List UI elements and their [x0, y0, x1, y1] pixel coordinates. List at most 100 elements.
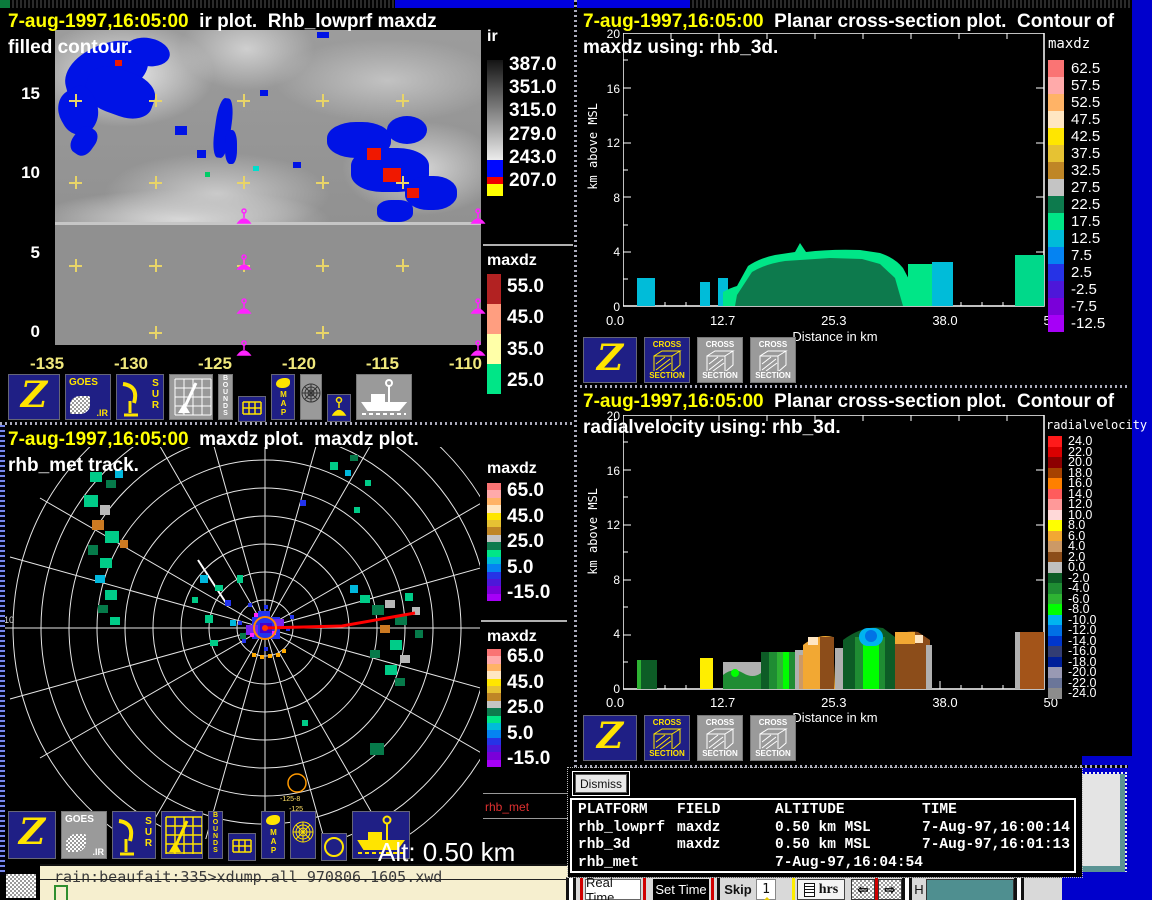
top-strip-green [0, 0, 10, 8]
terminal-cursor [54, 885, 68, 900]
dismiss-button[interactable]: Dismiss [575, 774, 627, 793]
waypoint-marker [288, 774, 306, 792]
cross-label: CROSS [706, 718, 734, 727]
title-timestamp: 7-aug-1997,16:05:00 [583, 11, 764, 32]
maxdz-echoes [637, 243, 1044, 306]
radar-grid-button[interactable] [161, 811, 203, 859]
cross-label: CROSS [759, 340, 787, 349]
stripe [646, 878, 651, 900]
col-field: FIELD [677, 802, 775, 820]
skip-field-wrap: 1 [756, 879, 776, 900]
section-label: SECTION [702, 749, 738, 758]
small-grid-icon [229, 834, 255, 860]
cube-icon [758, 727, 788, 749]
terminal-window[interactable]: rain:beaufait:335>xdump.all 970806.1605.… [40, 864, 568, 900]
hrs-label: hrs [819, 882, 838, 898]
panel-title: 7-aug-1997,16:05:00 maxdz plot. maxdz pl… [8, 429, 419, 451]
scrollbar-corner[interactable] [0, 870, 40, 900]
cube-icon [652, 727, 682, 749]
continent-icon [266, 815, 280, 825]
zebra-home-button[interactable]: Z [583, 337, 637, 383]
cross-section-button-active[interactable]: CROSS SECTION [644, 337, 690, 383]
range-label: 10 [4, 615, 14, 625]
colorbar-values2: 65.045.025.05.0-15.0 [507, 646, 569, 770]
scrollbar-thumb[interactable] [6, 874, 36, 898]
real-time-button[interactable]: Real Time [585, 879, 641, 900]
window-divider [580, 385, 1128, 388]
colorbar-label: maxdz [1048, 36, 1090, 52]
ppi-display[interactable]: -125-8 -125 [2, 447, 480, 839]
legend-rule [483, 793, 569, 794]
cube-icon [705, 349, 735, 371]
goes-ir-button[interactable]: GOES .IR [61, 811, 107, 859]
table-header: PLATFORM FIELD ALTITUDE TIME [578, 802, 1074, 820]
colorbar-entries: 62.557.552.547.542.537.532.527.522.517.5… [1048, 60, 1105, 332]
step-forward-button[interactable]: ⇨ [878, 879, 902, 900]
document-icon [804, 883, 815, 897]
stripe [1021, 878, 1024, 900]
colorbar-label2: maxdz [487, 628, 537, 646]
radar-dish-icon [115, 814, 141, 858]
title-text: Planar cross-section plot. Contour of [764, 11, 1114, 32]
cross-section-button[interactable]: CROSS SECTION [750, 337, 796, 383]
panel-ir-plot: 7-aug-1997,16:05:00 ir plot. Rhb_lowprf … [0, 8, 573, 423]
background-window[interactable] [1082, 774, 1125, 874]
panel-title: 7-aug-1997,16:05:00 Planar cross-section… [583, 391, 1114, 413]
range-rings-icon [291, 812, 315, 858]
buoy-markers [0, 8, 573, 423]
title-text: ir plot. Rhb_lowprf maxdz [189, 11, 437, 32]
range-rings-button[interactable] [290, 811, 316, 859]
data-status-window: Dismiss PLATFORM FIELD ALTITUDE TIME rhb… [568, 768, 1082, 877]
terminal-prompt-line: rain:beaufait:335>xdump.all 970806.1605.… [54, 868, 442, 886]
map-button[interactable]: MAP [261, 811, 285, 859]
table-row: rhb_3d maxdz 0.50 km MSL 7-Aug-97,16:01:… [578, 837, 1074, 855]
colorbar-label: radialvelocity [1046, 418, 1147, 432]
hours-unit-button[interactable]: hrs [797, 879, 845, 900]
platform-legend: rhb_met [485, 800, 529, 814]
panel-title-line2: maxdz using: rhb_3d. [583, 37, 778, 59]
cross-section-button[interactable]: CROSS SECTION [750, 715, 796, 761]
section-label: SECTION [755, 749, 791, 758]
section-label: SECTION [649, 371, 685, 380]
zebra-logo-icon: Z [9, 812, 55, 852]
surveillance-radar-button[interactable]: SUR [112, 811, 156, 859]
panel-title: 7-aug-1997,16:05:00 Planar cross-section… [583, 11, 1114, 33]
skip-button[interactable]: Skip [720, 878, 756, 900]
cube-icon [758, 349, 788, 371]
cross-section-plot[interactable] [623, 33, 1045, 307]
x-axis-labels: 0.012.725.338.050 [606, 313, 1058, 328]
set-time-button[interactable]: Set Time [653, 879, 709, 900]
cross-section-button[interactable]: CROSS SECTION [697, 715, 743, 761]
velocity-echoes [637, 628, 1044, 690]
goes-ir-label: .IR [92, 847, 104, 857]
cross-section-plot[interactable] [623, 415, 1045, 690]
zebra-home-button[interactable]: Z [8, 811, 56, 859]
grid-overlay-button[interactable] [228, 833, 256, 861]
title-text: Planar cross-section plot. Contour of [764, 391, 1114, 412]
cube-icon [705, 727, 735, 749]
map-label: MAP [269, 828, 277, 855]
zebra-home-button[interactable]: Z [583, 715, 637, 761]
zebra-logo-icon: Z [584, 338, 636, 378]
step-back-button[interactable]: ⇦ [851, 879, 875, 900]
cross-section-button[interactable]: CROSS SECTION [697, 337, 743, 383]
xsec-toolbar: Z CROSS SECTION CROSS SECTION CROSS SECT… [583, 337, 796, 383]
title-timestamp: 7-aug-1997,16:05:00 [8, 429, 189, 450]
waypoint-label: -125-8 [280, 796, 300, 803]
col-platform: PLATFORM [578, 802, 677, 820]
panel-title: 7-aug-1997,16:05:00 ir plot. Rhb_lowprf … [8, 11, 437, 33]
top-strip-blue [395, 0, 690, 8]
circle-overlay-button[interactable] [321, 833, 347, 861]
dismiss-frame: Dismiss [572, 771, 630, 796]
table-row: rhb_lowprf maxdz 0.50 km MSL 7-Aug-97,16… [578, 820, 1074, 838]
panel-title-line2: radialvelocity using: rhb_3d. [583, 417, 841, 439]
status-table: PLATFORM FIELD ALTITUDE TIME rhb_lowprf … [570, 798, 1076, 873]
ppi-colorbar-area: maxdz 65.045.025.05.0-15.0 maxdz 65.045.… [481, 450, 573, 850]
cross-section-button-active[interactable]: CROSS SECTION [644, 715, 690, 761]
history-scrollbar[interactable] [926, 879, 1014, 900]
cube-icon [652, 349, 682, 371]
colorbar-segments [487, 483, 501, 601]
legend-rule2 [483, 818, 569, 819]
bounds-button[interactable]: BOUNDS [208, 811, 223, 859]
ppi-toolbar: Z GOES .IR SUR BOUNDS [8, 811, 410, 861]
